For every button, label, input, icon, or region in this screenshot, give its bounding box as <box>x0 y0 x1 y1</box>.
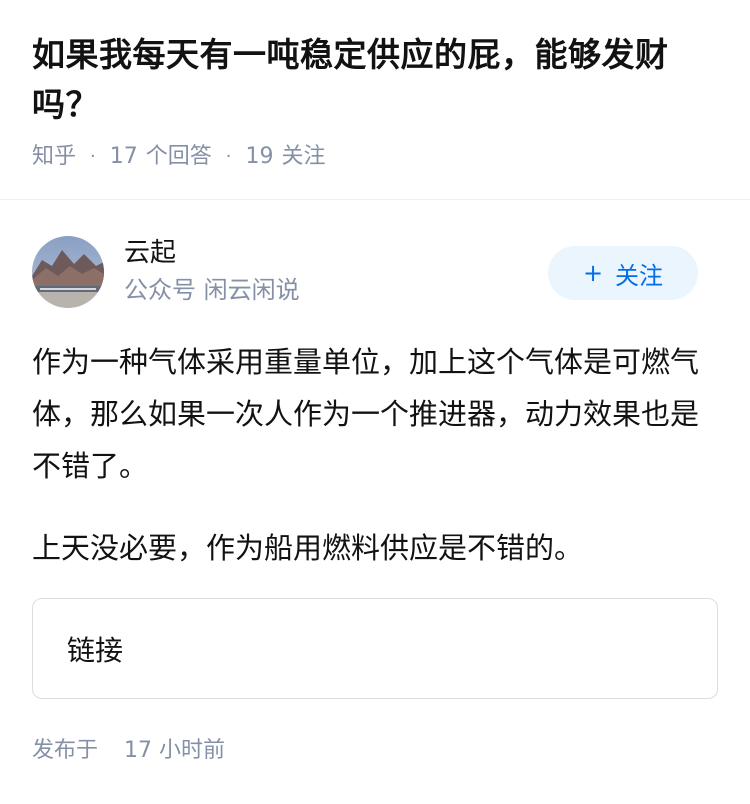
question-meta: 知乎 · 17 个回答 · 19 关注 <box>32 142 718 172</box>
follower-count-label: 关注 <box>281 144 326 169</box>
follow-label: 关注 <box>615 261 664 290</box>
question-header: 如果我每天有一吨稳定供应的屁，能够发财吗？ 知乎 · 17 个回答 · 19 关… <box>0 0 750 170</box>
publish-prefix: 发布于 <box>32 738 99 763</box>
follower-count: 19 <box>245 144 274 169</box>
follow-button[interactable]: + 关注 <box>548 246 698 300</box>
link-label: 链接 <box>67 633 124 667</box>
link-card[interactable]: 链接 <box>32 598 718 699</box>
answer-count: 17 <box>109 144 138 169</box>
answer-paragraph: 上天没必要，作为船用燃料供应是不错的。 <box>32 531 584 565</box>
mountain-landscape-avatar-icon <box>32 236 104 308</box>
plus-icon: + <box>582 259 604 287</box>
avatar[interactable] <box>32 236 104 308</box>
author-row: 云起 公众号 闲云闲说 + 关注 <box>32 236 698 308</box>
meta-separator: · <box>225 146 232 167</box>
answer-paragraph: 作为一种气体采用重量单位，加上这个气体是可燃气体，那么如果一次人作为一个推进器，… <box>32 345 700 483</box>
source-label[interactable]: 知乎 <box>32 142 76 172</box>
author-description: 公众号 闲云闲说 <box>124 276 300 304</box>
publish-time: 发布于 17 小时前 <box>32 735 225 767</box>
meta-separator: · <box>90 146 96 167</box>
answer-body: 作为一种气体采用重量单位，加上这个气体是可燃气体，那么如果一次人作为一个推进器，… <box>32 336 710 604</box>
question-title[interactable]: 如果我每天有一吨稳定供应的屁，能够发财吗？ <box>32 30 718 130</box>
section-divider <box>0 199 750 200</box>
publish-time-value: 17 小时前 <box>124 738 226 763</box>
answer-count-label[interactable]: 个回答 <box>146 142 212 172</box>
author-info: 云起 公众号 闲云闲说 <box>124 236 300 306</box>
author-name[interactable]: 云起 <box>124 236 300 270</box>
